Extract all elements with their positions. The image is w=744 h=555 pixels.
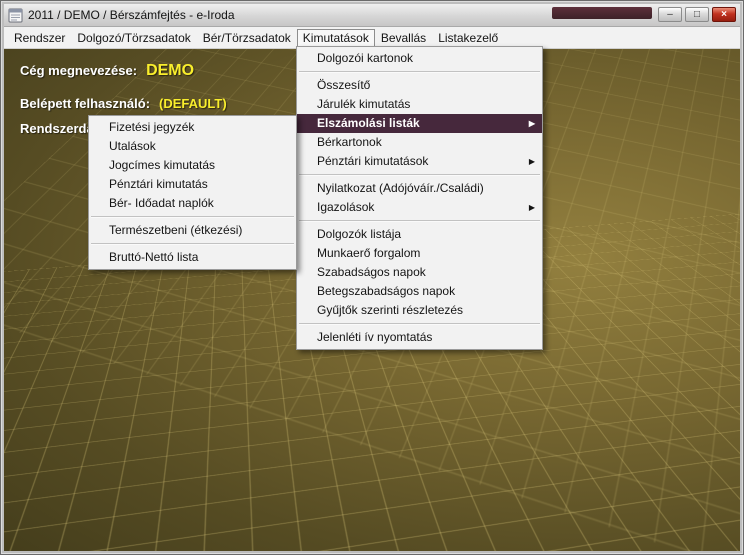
- submenu-item-fizetesi-jegyzek[interactable]: Fizetési jegyzék: [89, 118, 296, 137]
- reports-menu: Dolgozói kartonok Összesítő Járulék kimu…: [296, 46, 543, 350]
- menubar-item-bevallas[interactable]: Bevallás: [375, 29, 432, 47]
- menu-separator: [299, 174, 540, 176]
- window-title: 2011 / DEMO / Bérszámfejtés - e-Iroda: [28, 8, 235, 22]
- menu-separator: [91, 216, 294, 218]
- menu-item-dolgozoi-kartonok[interactable]: Dolgozói kartonok: [297, 49, 542, 68]
- menu-separator: [299, 220, 540, 222]
- menu-item-berkartonok[interactable]: Bérkartonok: [297, 133, 542, 152]
- close-button[interactable]: ×: [712, 7, 736, 22]
- submenu-item-ber-idoadat-naplok[interactable]: Bér- Időadat naplók: [89, 194, 296, 213]
- menubar-item-kimutatasok[interactable]: Kimutatások: [297, 29, 375, 47]
- user-line: Belépett felhasználó: (DEFAULT): [20, 96, 227, 111]
- user-value: (DEFAULT): [159, 96, 227, 111]
- window-controls: – □ ×: [658, 7, 736, 22]
- menu-item-jarulek-kimutatas[interactable]: Járulék kimutatás: [297, 95, 542, 114]
- company-label: Cég megnevezése:: [20, 63, 137, 78]
- submenu-item-penztari-kimutatas[interactable]: Pénztári kimutatás: [89, 175, 296, 194]
- system-date-label: Rendszerda: [20, 121, 94, 136]
- titlebar[interactable]: 2011 / DEMO / Bérszámfejtés - e-Iroda – …: [4, 4, 740, 27]
- submenu-arrow-icon: ▶: [529, 114, 535, 133]
- submenu-arrow-icon: ▶: [529, 152, 535, 171]
- menu-item-elszamolasi-listak[interactable]: Elszámolási listák ▶: [297, 114, 542, 133]
- menu-item-nyilatkozat[interactable]: Nyilatkozat (Adójóváír./Családi): [297, 179, 542, 198]
- app-icon[interactable]: [8, 8, 23, 23]
- minimize-button[interactable]: –: [658, 7, 682, 22]
- submenu-item-brutto-netto-lista[interactable]: Bruttó-Nettó lista: [89, 248, 296, 267]
- company-line: Cég megnevezése: DEMO: [20, 62, 194, 80]
- menu-item-munkaero-forgalom[interactable]: Munkaerő forgalom: [297, 244, 542, 263]
- menu-item-gyujtok-szerinti-reszletezes[interactable]: Gyűjtők szerinti részletezés: [297, 301, 542, 320]
- menubar-item-listakezelo[interactable]: Listakezelő: [432, 29, 504, 47]
- user-label: Belépett felhasználó:: [20, 96, 150, 111]
- menu-separator: [91, 243, 294, 245]
- menubar-item-dolgozo-torzsadatok[interactable]: Dolgozó/Törzsadatok: [71, 29, 196, 47]
- menu-item-penztari-kimutatasok[interactable]: Pénztári kimutatások ▶: [297, 152, 542, 171]
- menu-item-igazolasok[interactable]: Igazolások ▶: [297, 198, 542, 217]
- menu-item-osszesito[interactable]: Összesítő: [297, 76, 542, 95]
- menubar-item-rendszer[interactable]: Rendszer: [8, 29, 71, 47]
- submenu-arrow-icon: ▶: [529, 198, 535, 217]
- menu-separator: [299, 71, 540, 73]
- settlement-submenu: Fizetési jegyzék Utalások Jogcímes kimut…: [88, 115, 297, 270]
- menu-item-betegszabadsagos-napok[interactable]: Betegszabadságos napok: [297, 282, 542, 301]
- menu-item-jelenleti-iv-nyomtatas[interactable]: Jelenléti ív nyomtatás: [297, 328, 542, 347]
- menubar-item-ber-torzsadatok[interactable]: Bér/Törzsadatok: [197, 29, 297, 47]
- menu-separator: [299, 323, 540, 325]
- maximize-button[interactable]: □: [685, 7, 709, 22]
- menu-item-szabadsagos-napok[interactable]: Szabadságos napok: [297, 263, 542, 282]
- submenu-item-utalasok[interactable]: Utalások: [89, 137, 296, 156]
- titlebar-artifact: [552, 7, 652, 19]
- company-value: DEMO: [146, 62, 194, 79]
- submenu-item-termeszetbeni-etkezesi[interactable]: Természetbeni (étkezési): [89, 221, 296, 240]
- menu-item-dolgozok-listaja[interactable]: Dolgozók listája: [297, 225, 542, 244]
- submenu-item-jogcimes-kimutatas[interactable]: Jogcímes kimutatás: [89, 156, 296, 175]
